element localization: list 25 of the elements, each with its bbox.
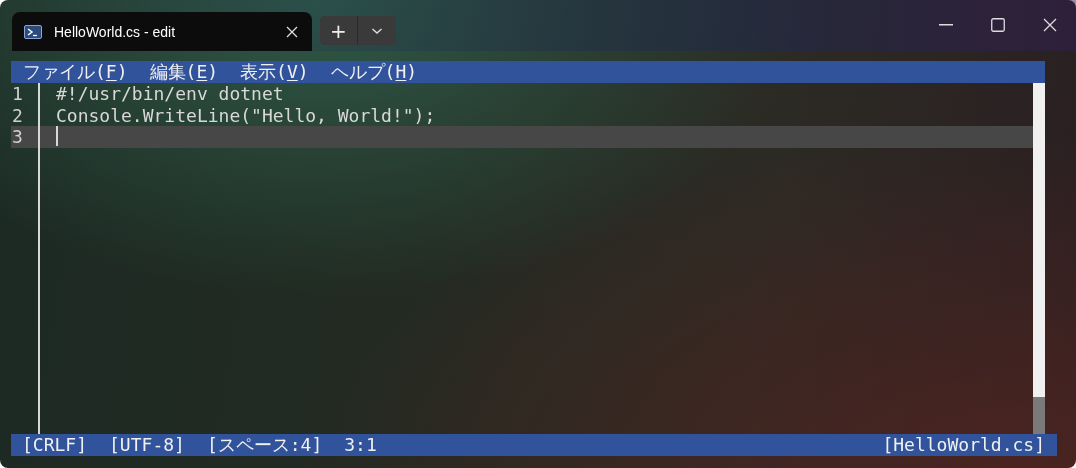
line-number: 1 <box>11 83 24 105</box>
chevron-down-icon <box>371 26 383 35</box>
menu-item[interactable]: ファイル(F) <box>23 61 128 83</box>
close-icon <box>1043 18 1057 32</box>
terminal-icon <box>24 24 42 39</box>
menu-item[interactable]: 表示(V) <box>240 61 309 83</box>
text-cursor <box>56 126 58 146</box>
code-line: #!/usr/bin/env dotnet <box>56 83 284 105</box>
line-number: 2 <box>11 104 24 126</box>
file-name: [HelloWorld.cs] <box>882 434 1045 456</box>
new-tab-button[interactable]: + <box>320 16 358 45</box>
status-item: [UTF-8] <box>109 434 185 456</box>
status-item: [スペース:4] <box>206 434 323 456</box>
status-item: 3:1 <box>344 434 377 456</box>
close-tab-icon[interactable] <box>286 25 298 38</box>
menu-item[interactable]: ヘルプ(H) <box>330 61 418 83</box>
tab[interactable]: HelloWorld.cs - edit <box>12 12 312 51</box>
code-line: Console.WriteLine("Hello, World!"); <box>56 104 436 126</box>
line-number: 3 <box>11 126 24 148</box>
scrollbar-thumb[interactable] <box>1033 397 1045 434</box>
menu-item[interactable]: 編集(E) <box>149 61 219 83</box>
scrollbar[interactable] <box>1033 83 1045 434</box>
minimize-icon <box>939 24 953 26</box>
maximize-icon <box>991 18 1005 32</box>
status-item: [CRLF] <box>22 434 88 456</box>
